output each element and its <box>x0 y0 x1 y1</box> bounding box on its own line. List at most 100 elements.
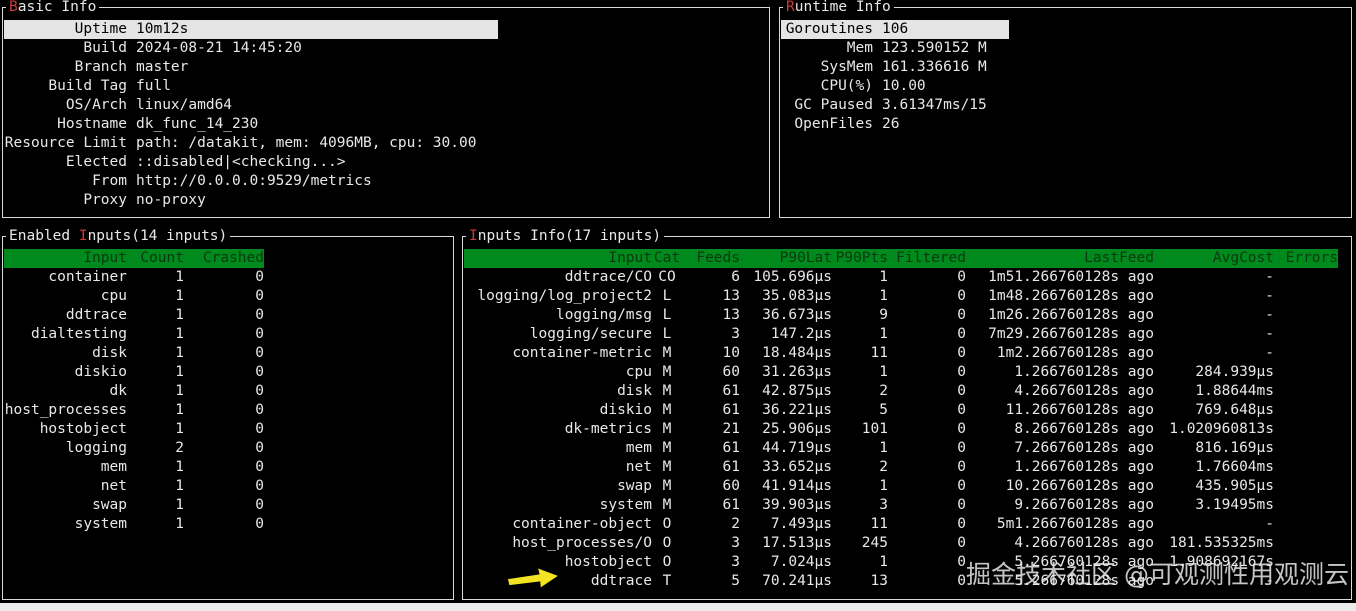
column-header: Crashed <box>202 250 264 266</box>
table-row[interactable]: system 1 0 <box>4 515 453 534</box>
table-row[interactable]: dk-metrics M 21 25.906µs 101 0 8.266760128s ag… <box>464 420 1351 439</box>
cell-count: 2 <box>175 440 184 456</box>
cell-crashed: 0 <box>255 516 264 532</box>
info-row: Branch master <box>4 58 769 77</box>
cell-avgcost: - <box>1265 269 1274 285</box>
cell-errors <box>1274 363 1338 382</box>
table-row[interactable]: mem 1 0 <box>4 458 453 477</box>
cell-count: 1 <box>175 307 184 323</box>
cell-p90pts: 1 <box>879 269 888 285</box>
info-row: Hostname dk_func_14_230 <box>4 115 769 134</box>
info-value: 106 <box>882 21 909 37</box>
table-row[interactable]: swap 1 0 <box>4 496 453 515</box>
info-row: Mem 123.590152 M <box>781 39 1351 58</box>
cell-crashed: 0 <box>255 402 264 418</box>
cell-crashed: 0 <box>255 459 264 475</box>
cell-p90pts: 2 <box>879 459 888 475</box>
table-row[interactable]: diskio M 61 36.221µs 5 0 11.266760128s ago 769.… <box>464 401 1351 420</box>
cell-lastfeed: 8.266760128s ago <box>1014 421 1154 437</box>
info-value: 161.336616 M <box>882 59 987 75</box>
cell-errors <box>1274 401 1338 420</box>
table-row[interactable]: mem M 61 44.719µs 1 0 7.266760128s ago 816.169µ… <box>464 439 1351 458</box>
cell-cat: M <box>662 402 672 418</box>
cell-p90lat: 42.875µs <box>762 383 832 399</box>
table-row[interactable]: net 1 0 <box>4 477 453 496</box>
info-row: Uptime 10m12s <box>4 20 498 39</box>
cell-crashed: 0 <box>255 307 264 323</box>
table-row[interactable]: host_processes/O O 3 17.513µs 245 0 4.26676012… <box>464 534 1351 553</box>
cell-p90pts: 1 <box>879 440 888 456</box>
info-value: 26 <box>882 116 900 132</box>
cell-count: 1 <box>175 497 184 513</box>
cell-errors <box>1274 382 1338 401</box>
cell-feeds: 5 <box>731 573 740 589</box>
table-row[interactable]: host_processes 1 0 <box>4 401 453 420</box>
info-value: 2024-08-21 14:45:20 <box>136 40 302 56</box>
enabled-inputs-table-header: Input Count Crashed <box>4 249 264 268</box>
cell-feeds: 61 <box>722 459 740 475</box>
cell-crashed: 0 <box>255 497 264 513</box>
cell-avgcost: - <box>1265 307 1274 323</box>
table-row[interactable]: system M 61 39.903µs 3 0 9.266760128s ago 3.194… <box>464 496 1351 515</box>
cell-errors <box>1274 287 1338 306</box>
title-text-pre: Enabled <box>9 228 79 244</box>
cell-input: ddtrace/CO <box>564 269 652 285</box>
column-header: Input <box>83 250 127 266</box>
info-row: OpenFiles 26 <box>781 115 1351 134</box>
table-row[interactable]: swap M 60 41.914µs 1 0 10.266760128s ago 435.90… <box>464 477 1351 496</box>
table-row[interactable]: container-metric M 10 18.484µs 11 0 1m2.266760… <box>464 344 1351 363</box>
table-row[interactable]: disk M 61 42.875µs 2 0 4.266760128s ago 1.88644… <box>464 382 1351 401</box>
enabled-inputs-table: Input Count Crashed container 1 0 cpu 1 0 ddtr… <box>3 237 453 534</box>
panel-basic-info-title: Basic Info <box>6 0 100 17</box>
table-row[interactable]: ddtrace 1 0 <box>4 306 453 325</box>
cell-input: net <box>100 478 127 494</box>
cell-p90lat: 105.696µs <box>753 269 832 285</box>
cell-p90pts: 1 <box>879 554 888 570</box>
table-row[interactable]: cpu 1 0 <box>4 287 453 306</box>
cell-count: 1 <box>175 288 184 304</box>
table-row[interactable]: dk 1 0 <box>4 382 453 401</box>
column-header: P90Lat <box>779 250 832 266</box>
cell-errors <box>1274 534 1338 553</box>
cell-input: disk <box>92 345 127 361</box>
basic-info-list: Uptime 10m12s Build 2024-08-21 14:45:20 Br… <box>3 8 769 210</box>
panel-runtime-info: Runtime Info Goroutines 106 Mem 123.590152… <box>779 0 1352 218</box>
table-row[interactable]: container 1 0 <box>4 268 453 287</box>
table-row[interactable]: logging/log_project2 L 13 35.083µs 1 0 1m48.26… <box>464 287 1351 306</box>
table-row[interactable]: cpu M 60 31.263µs 1 0 1.266760128s ago 284.939µ… <box>464 363 1351 382</box>
table-row[interactable]: logging/secure L 3 147.2µs 1 0 7m29.266760128s… <box>464 325 1351 344</box>
cell-p90pts: 1 <box>879 288 888 304</box>
cell-input: container <box>48 269 127 285</box>
table-row[interactable]: ddtrace/CO CO 6 105.696µs 1 0 1m51.266760128s … <box>464 268 1351 287</box>
cell-p90pts: 1 <box>879 478 888 494</box>
table-row[interactable]: container-object O 2 7.493µs 11 0 5m1.26676012… <box>464 515 1351 534</box>
cell-p90pts: 11 <box>870 516 888 532</box>
table-row[interactable]: dialtesting 1 0 <box>4 325 453 344</box>
cell-cat: L <box>662 288 672 304</box>
table-row[interactable]: diskio 1 0 <box>4 363 453 382</box>
panel-enabled-inputs: Enabled Inputs(14 inputs) Input Count Cras… <box>2 227 454 600</box>
cell-errors <box>1274 420 1338 439</box>
cell-feeds: 6 <box>731 269 740 285</box>
cell-lastfeed: 9.266760128s ago <box>1014 497 1154 513</box>
table-row[interactable]: disk 1 0 <box>4 344 453 363</box>
cell-crashed: 0 <box>255 326 264 342</box>
cell-lastfeed: 1m48.266760128s ago <box>988 288 1154 304</box>
cell-feeds: 61 <box>722 402 740 418</box>
cell-filtered: 0 <box>957 269 966 285</box>
runtime-info-list: Goroutines 106 Mem 123.590152 M SysMem 161.… <box>780 8 1351 134</box>
cell-feeds: 3 <box>731 326 740 342</box>
cell-cat: M <box>662 497 672 513</box>
panel-runtime-info-title: Runtime Info <box>783 0 894 17</box>
table-row[interactable]: logging/msg L 13 36.673µs 9 0 1m26.266760128s … <box>464 306 1351 325</box>
cell-p90lat: 33.652µs <box>762 459 832 475</box>
info-label: Build <box>83 40 127 56</box>
info-row: Proxy no-proxy <box>4 191 769 210</box>
title-hotkey: I <box>78 228 88 244</box>
info-label: Build Tag <box>48 78 127 94</box>
table-row[interactable]: logging 2 0 <box>4 439 453 458</box>
table-row[interactable]: hostobject 1 0 <box>4 420 453 439</box>
info-row: Build 2024-08-21 14:45:20 <box>4 39 769 58</box>
cell-filtered: 0 <box>957 326 966 342</box>
table-row[interactable]: net M 61 33.652µs 2 0 1.266760128s ago 1.76604m… <box>464 458 1351 477</box>
